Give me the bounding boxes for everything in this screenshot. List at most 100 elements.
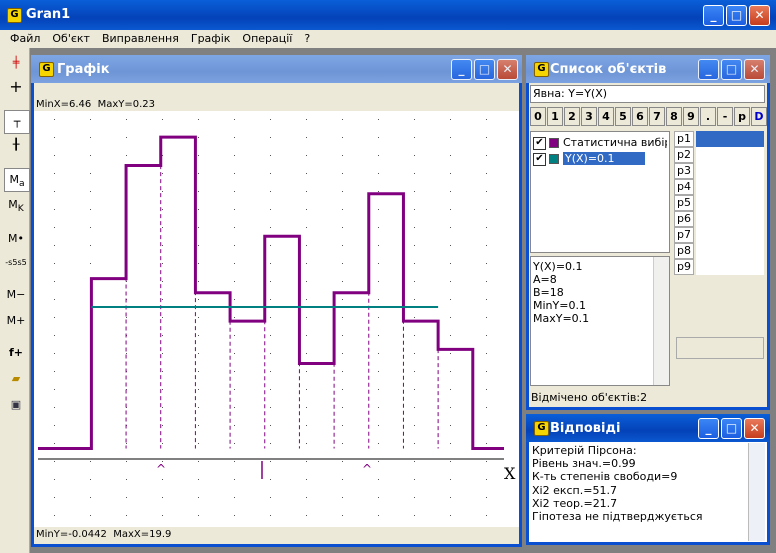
vertical-line-tool-icon[interactable]: ┬ bbox=[4, 110, 30, 134]
grid-dot bbox=[162, 497, 163, 498]
maximize-button[interactable]: □ bbox=[726, 5, 747, 26]
open-folder-icon[interactable]: ▰ bbox=[4, 368, 28, 390]
menu-item-3[interactable]: Графік bbox=[191, 32, 231, 45]
mk-tool[interactable]: MK bbox=[4, 194, 28, 216]
close-button[interactable]: ✕ bbox=[749, 5, 770, 26]
grid-dot bbox=[306, 227, 307, 228]
graph-top-info-bar: MinX=6.46 MaxY=0.23 bbox=[34, 83, 519, 111]
grid-dot bbox=[342, 245, 343, 246]
grid-dot bbox=[486, 443, 487, 444]
angle-line-tool-icon[interactable]: ╂ bbox=[4, 134, 28, 156]
param-tab-p6[interactable]: p6 bbox=[674, 211, 694, 227]
grid-dot bbox=[378, 281, 379, 282]
key-6[interactable]: 6 bbox=[632, 107, 648, 126]
key-2[interactable]: 2 bbox=[564, 107, 580, 126]
param-tab-p3[interactable]: p3 bbox=[674, 163, 694, 179]
grid-dot bbox=[306, 497, 307, 498]
grid-dot bbox=[486, 137, 487, 138]
key-1[interactable]: 1 bbox=[547, 107, 563, 126]
objects-window-icon: G bbox=[534, 62, 549, 77]
grid-dot bbox=[450, 173, 451, 174]
menu-item-0[interactable]: Файл bbox=[10, 32, 40, 45]
axes-tool-icon[interactable]: ╪ bbox=[4, 52, 28, 74]
param-tab-p8[interactable]: p8 bbox=[674, 243, 694, 259]
grid-dot bbox=[126, 461, 127, 462]
m-minus-tool[interactable]: M− bbox=[4, 284, 28, 306]
param-tab-p1[interactable]: p1 bbox=[674, 131, 694, 147]
mdot-tool[interactable]: M• bbox=[4, 228, 28, 250]
key-0[interactable]: 0 bbox=[530, 107, 546, 126]
param-value-selected[interactable] bbox=[696, 131, 764, 147]
key-13[interactable]: D bbox=[751, 107, 767, 126]
menu-item-2[interactable]: Виправлення bbox=[102, 32, 179, 45]
grid-dot bbox=[90, 497, 91, 498]
grid-dot bbox=[198, 353, 199, 354]
answers-close-button[interactable]: ✕ bbox=[744, 418, 765, 439]
grid-dot bbox=[90, 137, 91, 138]
details-scrollbar[interactable] bbox=[653, 257, 669, 385]
grid-dot bbox=[306, 371, 307, 372]
objects-close-button[interactable]: ✕ bbox=[744, 59, 765, 80]
menu-item-1[interactable]: Об'єкт bbox=[52, 32, 90, 45]
cross-tool-icon[interactable]: + bbox=[4, 76, 28, 98]
grid-dot bbox=[342, 155, 343, 156]
grid-dot bbox=[234, 461, 235, 462]
param-tab-p7[interactable]: p7 bbox=[674, 227, 694, 243]
formula-field[interactable]: Явна: Y=Y(X) bbox=[530, 85, 765, 103]
grid-dot bbox=[414, 227, 415, 228]
param-tab-p9[interactable]: p9 bbox=[674, 259, 694, 275]
objects-list[interactable]: ✔ Статистична вибірка ✔ Y(X)=0.1 bbox=[530, 131, 670, 253]
grid-dot bbox=[270, 245, 271, 246]
object-checkbox[interactable]: ✔ bbox=[533, 136, 546, 150]
grid-dot bbox=[414, 263, 415, 264]
menu-item-4[interactable]: Операції bbox=[242, 32, 292, 45]
objects-maximize-button[interactable]: □ bbox=[721, 59, 742, 80]
object-row[interactable]: ✔ Статистична вибірка bbox=[533, 136, 667, 151]
key-5[interactable]: 5 bbox=[615, 107, 631, 126]
ma-tool[interactable]: Ma bbox=[4, 168, 30, 192]
s5-tool[interactable]: -s5s5 bbox=[4, 252, 28, 274]
m-plus-tool[interactable]: M+ bbox=[4, 310, 28, 332]
object-row[interactable]: ✔ Y(X)=0.1 bbox=[533, 152, 667, 167]
answers-minimize-button[interactable]: _ bbox=[698, 418, 719, 439]
key-11[interactable]: - bbox=[717, 107, 733, 126]
key-4[interactable]: 4 bbox=[598, 107, 614, 126]
param-tab-p4[interactable]: p4 bbox=[674, 179, 694, 195]
param-value-field[interactable] bbox=[676, 337, 764, 359]
grid-dot bbox=[378, 461, 379, 462]
param-tab-p5[interactable]: p5 bbox=[674, 195, 694, 211]
grid-dot bbox=[306, 353, 307, 354]
param-tab-p2[interactable]: p2 bbox=[674, 147, 694, 163]
grid-dot bbox=[90, 515, 91, 516]
grid-dot bbox=[162, 281, 163, 282]
key-9[interactable]: 9 bbox=[683, 107, 699, 126]
grid-dot bbox=[306, 443, 307, 444]
object-checkbox[interactable]: ✔ bbox=[533, 152, 546, 166]
minimize-button[interactable]: _ bbox=[703, 5, 724, 26]
add-function-icon[interactable]: f+ bbox=[4, 342, 28, 364]
grid-dot bbox=[306, 263, 307, 264]
grid-dot bbox=[54, 299, 55, 300]
grid-dot bbox=[378, 479, 379, 480]
save-disk-icon[interactable]: ▣ bbox=[4, 394, 28, 416]
key-10[interactable]: . bbox=[700, 107, 716, 126]
key-3[interactable]: 3 bbox=[581, 107, 597, 126]
grid-dot bbox=[306, 281, 307, 282]
key-12[interactable]: p bbox=[734, 107, 750, 126]
key-8[interactable]: 8 bbox=[666, 107, 682, 126]
grid-dot bbox=[306, 299, 307, 300]
graph-plot-area[interactable]: X ^ ^ bbox=[34, 111, 519, 527]
answers-scrollbar[interactable] bbox=[748, 443, 765, 541]
grid-dot bbox=[270, 191, 271, 192]
graph-maximize-button[interactable]: □ bbox=[474, 59, 495, 80]
graph-minimize-button[interactable]: _ bbox=[451, 59, 472, 80]
grid-dot bbox=[162, 209, 163, 210]
menu-item-5[interactable]: ? bbox=[304, 32, 310, 45]
grid-dot bbox=[198, 317, 199, 318]
key-7[interactable]: 7 bbox=[649, 107, 665, 126]
grid-dot bbox=[54, 371, 55, 372]
grid-dot bbox=[414, 353, 415, 354]
objects-minimize-button[interactable]: _ bbox=[698, 59, 719, 80]
answers-maximize-button[interactable]: □ bbox=[721, 418, 742, 439]
graph-close-button[interactable]: ✕ bbox=[497, 59, 518, 80]
